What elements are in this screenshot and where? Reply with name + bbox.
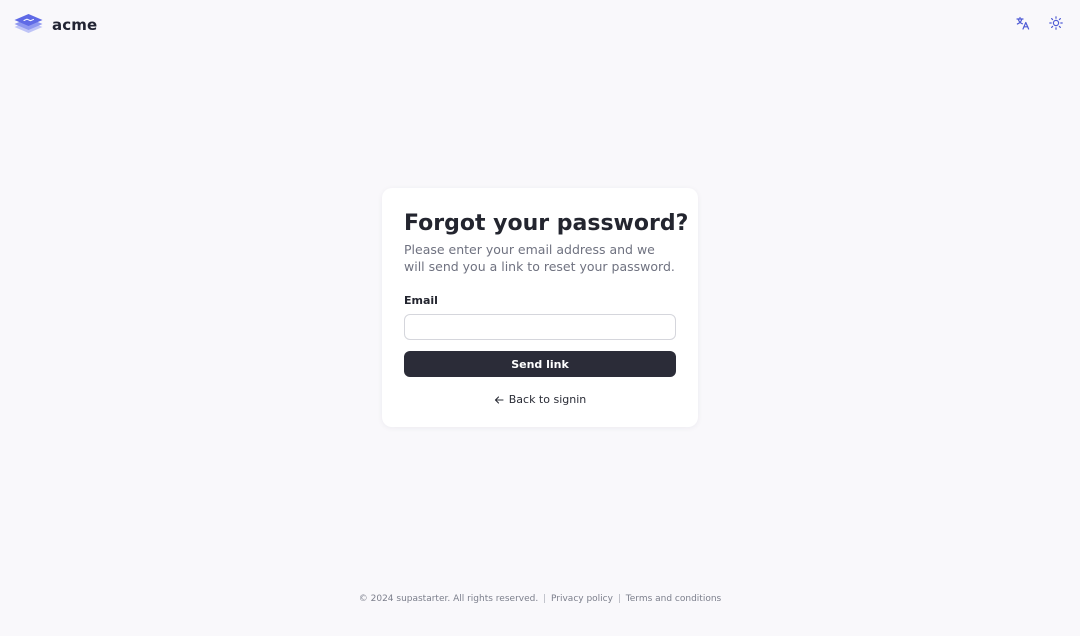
footer: © 2024 supastarter. All rights reserved.… [0,592,1080,606]
email-field[interactable] [404,314,676,340]
translate-icon [1016,16,1030,30]
privacy-policy-link[interactable]: Privacy policy [551,594,613,604]
terms-link[interactable]: Terms and conditions [626,594,721,604]
top-header: acme [0,0,1080,50]
forgot-password-card: Forgot your password? Please enter your … [382,188,698,427]
arrow-left-icon [494,395,504,404]
brand-name: acme [52,16,98,34]
footer-separator: | [543,594,547,604]
back-to-signin-link[interactable]: Back to signin [404,393,676,406]
send-link-button[interactable]: Send link [404,351,676,377]
card-content: Forgot your password? Please enter your … [404,210,689,406]
back-to-signin-label: Back to signin [508,393,587,406]
theme-toggle-button[interactable] [1048,15,1064,31]
page-title: Forgot your password? [404,211,689,236]
email-label: Email [404,294,438,307]
brand[interactable]: acme [13,11,97,39]
page-subtitle: Please enter your email address and we w… [404,242,675,274]
copyright-text: © 2024 supastarter. All rights reserved. [358,594,539,604]
language-button[interactable] [1015,15,1031,31]
sun-icon [1049,16,1063,30]
header-actions [1015,15,1064,31]
footer-separator: | [617,594,621,604]
layered-stack-logo-icon [14,13,43,33]
